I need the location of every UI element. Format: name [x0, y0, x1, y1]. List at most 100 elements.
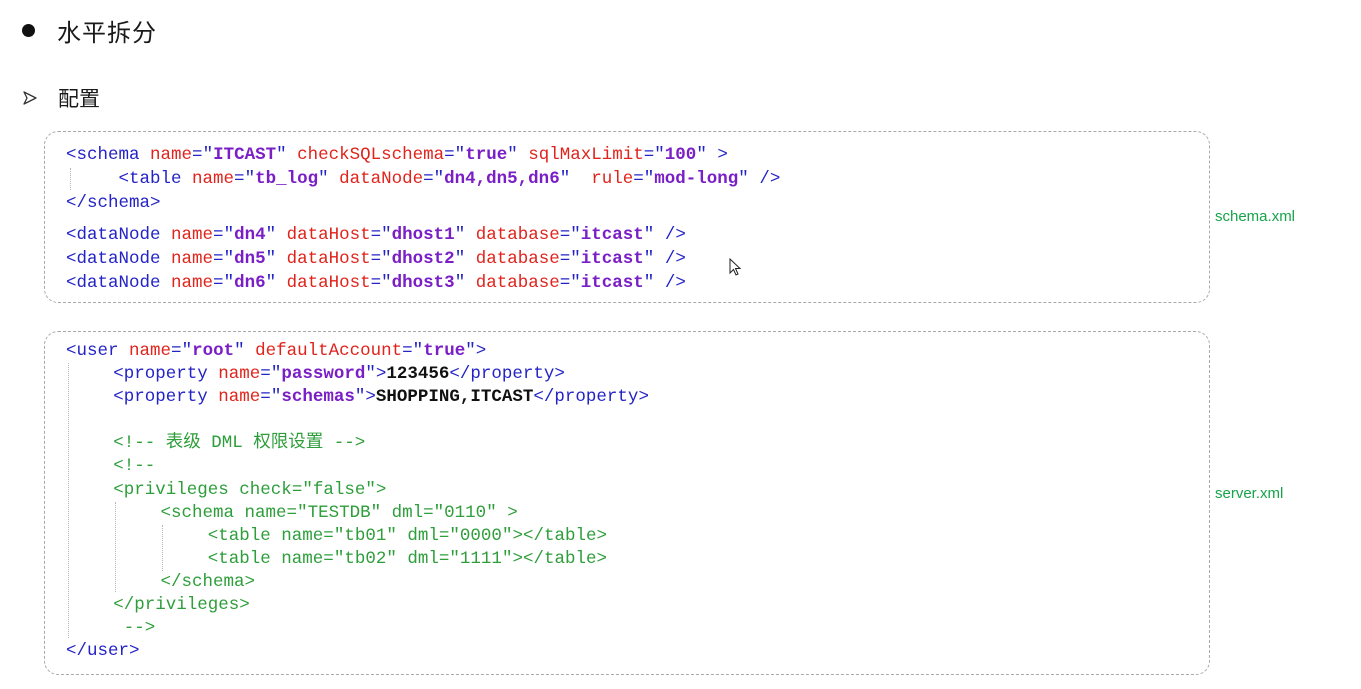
code-token: = [643, 145, 655, 165]
code-token: </schema [66, 193, 151, 213]
code-token: /> [664, 273, 686, 293]
code-token: sqlMaxLimit [528, 145, 644, 165]
code-token: name [192, 169, 235, 189]
code-line: </privileges></privileges> [113, 594, 250, 617]
schema-file-label: schema.xml [1215, 208, 1296, 225]
code-token: " [386, 526, 397, 546]
code-line: <dataNode name="dn6" dataHost="dhost3" d… [66, 272, 686, 295]
code-token: /> [759, 169, 781, 189]
code-token: " [738, 169, 749, 189]
code-token: " [370, 503, 382, 523]
code-token: dataHost [286, 225, 371, 245]
code-token: schemas [281, 387, 355, 407]
code-token: > [239, 595, 250, 615]
indent-guide [70, 168, 71, 190]
code-token: dataHost [286, 273, 371, 293]
code-line: <user name="root" defaultAccount="true">… [66, 340, 486, 363]
code-token: " [202, 145, 214, 165]
code-token: ITCAST [213, 145, 277, 165]
code-token: mod-long [654, 169, 739, 189]
code-token: tb_log [255, 169, 319, 189]
code-token: " [643, 249, 655, 269]
code-token: " [270, 387, 282, 407]
code-token: = [370, 225, 382, 245]
code-token: " [570, 273, 581, 293]
code-token: " [449, 549, 460, 569]
code-line: <table name="tb_log" dataNode="dn4,dn5,d… [119, 168, 781, 191]
code-token: <privileges [113, 480, 229, 500]
code-token: = [559, 249, 571, 269]
code-token: = [438, 526, 450, 546]
code-token: name [129, 341, 172, 361]
code-token: = [402, 341, 413, 361]
code-token: " [570, 225, 581, 245]
code-token: " [381, 273, 392, 293]
code-token: " [454, 145, 466, 165]
code-token: <property [113, 364, 208, 384]
code-token: 100 [664, 145, 697, 165]
code-token: > [365, 387, 376, 407]
code-token: --> [123, 618, 156, 638]
code-token: tb01 [344, 526, 387, 546]
code-token: = [260, 387, 271, 407]
code-token: <!-- 表级 DML 权限设置 --> [113, 433, 366, 453]
code-token: = [633, 169, 644, 189]
code-token: " [559, 169, 571, 189]
code-token: " [318, 169, 329, 189]
code-token: dml [391, 503, 424, 523]
code-token: > [596, 526, 607, 546]
code-token: " [454, 225, 466, 245]
code-token: " [433, 169, 445, 189]
code-line: </user></user> [66, 640, 140, 663]
code-token: = [444, 145, 455, 165]
code-token: " [381, 249, 392, 269]
code-token: " [654, 145, 665, 165]
code-token: checkSQLschema [297, 145, 445, 165]
code-token: " [412, 341, 424, 361]
code-token: " [333, 549, 345, 569]
code-token: = [438, 549, 450, 569]
code-token: dn6 [234, 273, 266, 293]
code-token: itcast [580, 273, 644, 293]
code-token: " [181, 341, 193, 361]
code-token: " [501, 549, 513, 569]
code-token: = [192, 145, 203, 165]
code-line: </schema></schema> [66, 192, 161, 215]
code-token: = [213, 249, 224, 269]
code-token: " [381, 225, 392, 245]
code-token: " [265, 273, 277, 293]
code-token: " [696, 145, 707, 165]
code-token: SHOPPING,ITCAST [375, 387, 534, 407]
code-line: <dataNode name="dn4" dataHost="dhost1" d… [66, 224, 686, 247]
code-token: = [234, 169, 245, 189]
code-token: " [223, 225, 235, 245]
code-token: " [333, 526, 345, 546]
code-token: = [423, 169, 434, 189]
indent-guide [162, 525, 163, 571]
code-token: <dataNode [66, 273, 161, 293]
code-token: rule [591, 169, 634, 189]
code-line: <privileges check="false"><privileges ch… [113, 479, 386, 502]
code-token: > [717, 145, 728, 165]
code-token: name [281, 549, 324, 569]
code-token: > [554, 364, 565, 384]
code-token: <schema [160, 503, 235, 523]
code-token: " [454, 273, 466, 293]
code-token: <table [118, 169, 182, 189]
code-line: <table name="tb01" dml="0000"></table><t… [208, 525, 607, 548]
mouse-cursor-icon [729, 258, 742, 276]
code-token: <schema [66, 145, 140, 165]
